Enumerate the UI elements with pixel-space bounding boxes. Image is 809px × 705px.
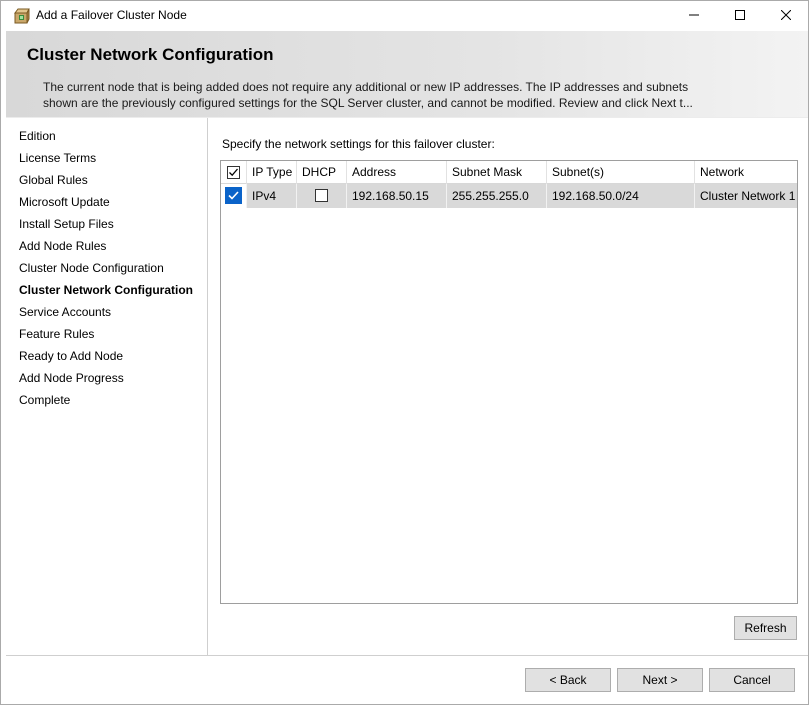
page-description-line-1: The current node that is being added doe… bbox=[43, 80, 689, 94]
page-header: Cluster Network Configuration The curren… bbox=[6, 31, 808, 117]
cell-subnet-mask: 255.255.255.0 bbox=[447, 184, 547, 208]
cell-address: 192.168.50.15 bbox=[347, 184, 447, 208]
next-button[interactable]: Next > bbox=[617, 668, 703, 692]
cell-dhcp[interactable] bbox=[297, 184, 347, 208]
table-row[interactable]: IPv4 192.168.50.15 255.255.255.0 192.168… bbox=[221, 184, 797, 208]
checkmark-icon bbox=[228, 191, 239, 200]
minimize-button[interactable] bbox=[671, 1, 717, 31]
sidebar-item-add-node-rules[interactable]: Add Node Rules bbox=[19, 239, 106, 253]
maximize-icon bbox=[735, 9, 745, 23]
grid-header-row: IP Type DHCP Address Subnet Mask Subnet(… bbox=[221, 161, 797, 184]
sidebar-item-license-terms[interactable]: License Terms bbox=[19, 151, 96, 165]
sidebar-item-add-node-progress[interactable]: Add Node Progress bbox=[19, 371, 124, 385]
column-header-dhcp[interactable]: DHCP bbox=[297, 161, 347, 184]
dhcp-checkbox[interactable] bbox=[315, 189, 328, 202]
page-description: The current node that is being added doe… bbox=[43, 79, 763, 111]
page-title: Cluster Network Configuration bbox=[27, 45, 274, 64]
cancel-button[interactable]: Cancel bbox=[709, 668, 795, 692]
select-all-checkbox[interactable] bbox=[227, 166, 240, 179]
dialog-window: Add a Failover Cluster Node Cluster Netw… bbox=[0, 0, 809, 705]
sidebar-item-cluster-node-configuration[interactable]: Cluster Node Configuration bbox=[19, 261, 164, 275]
column-header-network[interactable]: Network bbox=[695, 161, 797, 184]
network-settings-grid[interactable]: IP Type DHCP Address Subnet Mask Subnet(… bbox=[220, 160, 798, 604]
close-button[interactable] bbox=[763, 1, 809, 31]
network-settings-prompt: Specify the network settings for this fa… bbox=[222, 137, 495, 151]
sidebar-item-microsoft-update[interactable]: Microsoft Update bbox=[19, 195, 110, 209]
sidebar-item-install-setup-files[interactable]: Install Setup Files bbox=[19, 217, 114, 231]
column-header-subnets[interactable]: Subnet(s) bbox=[547, 161, 695, 184]
sidebar-item-cluster-network-configuration[interactable]: Cluster Network Configuration bbox=[19, 283, 193, 297]
setup-box-icon bbox=[14, 8, 30, 24]
minimize-icon bbox=[689, 9, 699, 23]
sidebar-item-complete[interactable]: Complete bbox=[19, 393, 70, 407]
cell-subnets: 192.168.50.0/24 bbox=[547, 184, 695, 208]
title-bar[interactable]: Add a Failover Cluster Node bbox=[1, 1, 808, 31]
footer-divider bbox=[6, 655, 808, 656]
checkmark-icon bbox=[229, 168, 238, 177]
maximize-button[interactable] bbox=[717, 1, 763, 31]
column-header-ip-type[interactable]: IP Type bbox=[247, 161, 297, 184]
sidebar-item-service-accounts[interactable]: Service Accounts bbox=[19, 305, 111, 319]
refresh-button[interactable]: Refresh bbox=[734, 616, 797, 640]
column-header-subnet-mask[interactable]: Subnet Mask bbox=[447, 161, 547, 184]
sidebar-item-global-rules[interactable]: Global Rules bbox=[19, 173, 88, 187]
back-button[interactable]: < Back bbox=[525, 668, 611, 692]
sidebar-item-edition[interactable]: Edition bbox=[19, 129, 56, 143]
cell-ip-type: IPv4 bbox=[247, 184, 297, 208]
sidebar-item-feature-rules[interactable]: Feature Rules bbox=[19, 327, 94, 341]
steps-sidebar: Edition License Terms Global Rules Micro… bbox=[6, 118, 208, 655]
cell-network: Cluster Network 1 bbox=[700, 189, 796, 203]
window-title: Add a Failover Cluster Node bbox=[36, 8, 187, 22]
row-select-cell[interactable] bbox=[221, 184, 247, 208]
sidebar-item-ready-to-add-node[interactable]: Ready to Add Node bbox=[19, 349, 123, 363]
close-icon bbox=[780, 9, 792, 23]
column-header-address[interactable]: Address bbox=[347, 161, 447, 184]
page-description-line-2: shown are the previously configured sett… bbox=[43, 96, 693, 110]
row-select-checkbox[interactable] bbox=[225, 187, 242, 204]
select-all-cell[interactable] bbox=[221, 161, 247, 184]
